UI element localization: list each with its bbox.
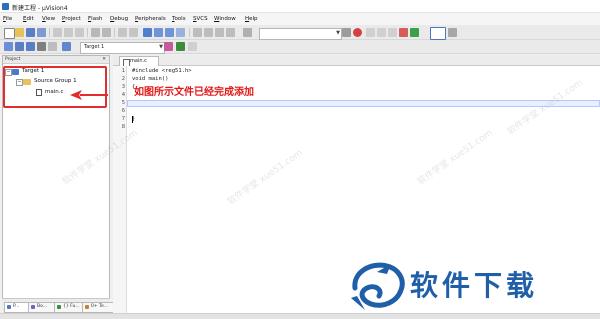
menu-tools[interactable]: Tools xyxy=(172,16,186,22)
templates-icon xyxy=(85,305,89,309)
tab-templates-label: 0+ Te... xyxy=(91,304,109,309)
incremental-find-icon[interactable] xyxy=(342,28,351,37)
disable-breakpoint-icon[interactable] xyxy=(377,28,386,37)
target-options-icon[interactable] xyxy=(164,42,173,51)
rebuild-icon[interactable] xyxy=(26,42,35,51)
books-icon xyxy=(31,305,35,309)
undo-icon[interactable] xyxy=(91,28,100,37)
text-caret xyxy=(132,116,133,123)
code-line: void main() xyxy=(132,76,169,82)
tab-functions-label: {} Fu... xyxy=(63,304,80,309)
copy-icon[interactable] xyxy=(64,28,73,37)
red-arrow-icon xyxy=(70,90,108,100)
open-folder-icon[interactable] xyxy=(15,28,24,37)
window-layout-icon[interactable] xyxy=(430,27,446,40)
debug-session-icon[interactable] xyxy=(353,28,362,37)
brand-watermark-text: 软件下载 xyxy=(410,269,539,302)
functions-icon xyxy=(57,305,61,309)
current-line-highlight xyxy=(127,100,600,107)
project-panel-header: Project ✕ xyxy=(3,56,109,64)
project-tab-icon xyxy=(7,305,11,309)
line-number: 4 xyxy=(121,92,125,98)
find-in-files-icon[interactable] xyxy=(243,28,252,37)
app-icon xyxy=(2,3,9,10)
toolbar-main: ▼ xyxy=(0,25,600,40)
line-number: 6 xyxy=(121,108,125,114)
title-bar: 新建工程 - µVision4 xyxy=(0,0,600,13)
nav-back-icon[interactable] xyxy=(118,28,127,37)
build-icon[interactable] xyxy=(15,42,24,51)
translate-icon[interactable] xyxy=(4,42,13,51)
clear-bookmarks-icon[interactable] xyxy=(176,28,185,37)
menu-peripherals[interactable]: Peripherals xyxy=(135,16,166,22)
menu-flash[interactable]: Flash xyxy=(88,16,102,22)
disable-all-breakpoints-icon[interactable] xyxy=(399,28,408,37)
line-number: 3 xyxy=(121,84,125,90)
uncomment-icon[interactable] xyxy=(226,28,235,37)
manage-components-icon[interactable] xyxy=(176,42,185,51)
new-file-icon[interactable] xyxy=(4,28,15,39)
menu-svcs[interactable]: SVCS xyxy=(193,16,208,22)
find-combo[interactable]: ▼ xyxy=(259,28,342,40)
menu-project[interactable]: Project xyxy=(62,16,81,22)
batch-build-icon[interactable] xyxy=(37,42,46,51)
close-icon[interactable]: ✕ xyxy=(102,56,106,64)
breakpoint-icon[interactable] xyxy=(366,28,375,37)
cut-icon[interactable] xyxy=(53,28,62,37)
line-number: 8 xyxy=(121,124,125,130)
line-number: 5 xyxy=(121,100,125,106)
stop-build-icon[interactable] xyxy=(48,42,57,51)
tab-books-label: Bo... xyxy=(37,304,48,309)
configure-icon[interactable] xyxy=(448,28,457,37)
status-bar xyxy=(0,313,600,319)
chevron-down-icon: ▼ xyxy=(159,44,163,50)
code-line: #include <reg51.h> xyxy=(132,68,192,74)
panel-tab-bar: P... Bo... {} Fu... 0+ Te... xyxy=(2,298,118,313)
menu-window[interactable]: Window xyxy=(214,16,236,22)
chevron-down-icon: ▼ xyxy=(336,30,340,36)
tab-project-label: P... xyxy=(13,304,20,309)
prev-bookmark-icon[interactable] xyxy=(154,28,163,37)
redo-icon[interactable] xyxy=(102,28,111,37)
nav-forward-icon[interactable] xyxy=(129,28,138,37)
comment-icon[interactable] xyxy=(215,28,224,37)
select-device-icon[interactable] xyxy=(188,42,197,51)
annotation-text: 如图所示文件已经完成添加 xyxy=(134,87,254,98)
unindent-icon[interactable] xyxy=(204,28,213,37)
paste-icon[interactable] xyxy=(75,28,84,37)
indent-icon[interactable] xyxy=(193,28,202,37)
project-panel-title: Project xyxy=(5,57,21,62)
menu-bar: File Edit View Project Flash Debug Perip… xyxy=(0,13,600,25)
save-all-icon[interactable] xyxy=(37,28,46,37)
toolbar-build: Target 1 ▼ xyxy=(0,40,600,54)
kill-breakpoints-icon[interactable] xyxy=(388,28,397,37)
menu-debug[interactable]: Debug xyxy=(110,16,128,22)
line-number: 7 xyxy=(121,116,125,122)
dragon-logo-icon xyxy=(351,262,405,310)
menu-view[interactable]: View xyxy=(42,16,55,22)
run-icon[interactable] xyxy=(410,28,419,37)
line-number: 2 xyxy=(121,76,125,82)
menu-help[interactable]: Help xyxy=(245,16,258,22)
target-select[interactable]: Target 1 ▼ xyxy=(80,42,165,54)
editor-tab-label: main.c xyxy=(130,58,147,64)
menu-file[interactable]: File xyxy=(3,16,12,22)
next-bookmark-icon[interactable] xyxy=(165,28,174,37)
menu-edit[interactable]: Edit xyxy=(23,16,34,22)
target-select-value: Target 1 xyxy=(84,44,105,50)
line-number: 1 xyxy=(121,68,125,74)
window-title: 新建工程 - µVision4 xyxy=(12,5,68,12)
bookmark-icon[interactable] xyxy=(143,28,152,37)
save-icon[interactable] xyxy=(26,28,35,37)
editor-tab-main-c[interactable]: main.c xyxy=(119,56,159,67)
editor-tab-bar: main.c xyxy=(113,55,600,67)
download-icon[interactable] xyxy=(62,42,71,51)
